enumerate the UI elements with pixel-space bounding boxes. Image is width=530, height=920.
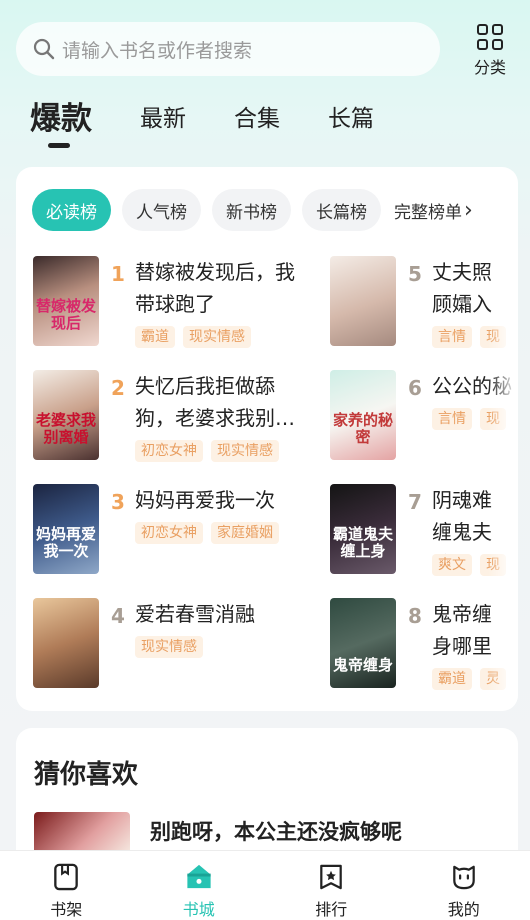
full-ranking-link[interactable]: 完整榜单 › xyxy=(394,198,473,223)
nav-bookstore[interactable]: 书城 xyxy=(133,851,266,920)
book-tags: 初恋女神 家庭婚姻 xyxy=(135,522,287,544)
nav-label: 我的 xyxy=(447,900,480,919)
book-cover: 替嫁被发现后 xyxy=(33,256,99,346)
book-cover: 老婆求我别离婚 xyxy=(33,370,99,460)
search-icon xyxy=(33,38,55,60)
nav-bookshelf[interactable]: 书架 xyxy=(0,851,133,920)
chevron-right-icon: › xyxy=(464,197,473,223)
ranking-icon xyxy=(320,864,343,890)
search-bar[interactable]: 请输入书名或作者搜索 xyxy=(16,22,440,76)
book-item[interactable]: 老婆求我别离婚 2 失忆后我拒做舔狗，老婆求我别… 初恋女神 现实情感 xyxy=(33,370,323,462)
cover-text: 妈妈再爱我一次 xyxy=(35,525,96,560)
chip-new[interactable]: 新书榜 xyxy=(212,189,291,231)
book-title: 失忆后我拒做舔狗，老婆求我别… xyxy=(135,374,295,430)
book-title[interactable]: 别跑呀，本公主还没疯够呢 xyxy=(150,816,402,846)
tag: 霸道 xyxy=(135,326,175,348)
tab-collection[interactable]: 合集 xyxy=(234,98,280,140)
tag: 言情 xyxy=(432,408,472,430)
scroll-fade xyxy=(488,247,518,711)
cover-text: 家养的秘密 xyxy=(332,411,393,446)
bookstore-home-icon xyxy=(187,864,211,889)
tag: 初恋女神 xyxy=(135,522,203,544)
book-item[interactable]: 妈妈再爱我一次 3 妈妈再爱我一次 初恋女神 家庭婚姻 xyxy=(33,484,323,576)
tag: 现实情感 xyxy=(183,326,251,348)
nav-label: 书架 xyxy=(50,900,83,919)
nav-mine[interactable]: 我的 xyxy=(398,851,530,920)
bookshelf-icon xyxy=(54,863,79,891)
top-tabs: 爆款 最新 合集 长篇 xyxy=(30,98,422,148)
rank-number: 4 xyxy=(111,604,125,628)
rank-number: 3 xyxy=(111,490,125,514)
book-tags: 现实情感 xyxy=(135,636,211,658)
section-heading: 猜你喜欢 xyxy=(34,760,139,790)
rank-number: 6 xyxy=(408,376,422,400)
rank-number: 2 xyxy=(111,376,125,400)
category-label: 分类 xyxy=(473,58,506,77)
book-tags: 霸道 现实情感 xyxy=(135,326,259,348)
rank-number: 5 xyxy=(408,262,422,286)
book-cover xyxy=(33,598,99,688)
book-item[interactable]: 替嫁被发现后 1 替嫁被发现后，我带球跑了 霸道 现实情感 xyxy=(33,256,323,348)
profile-face-icon xyxy=(452,865,475,890)
nav-label: 书城 xyxy=(182,900,215,919)
book-cover xyxy=(330,256,396,346)
tag: 霸道 xyxy=(432,668,472,690)
book-title: 妈妈再爱我一次 xyxy=(135,488,275,512)
tab-latest[interactable]: 最新 xyxy=(140,98,186,140)
tag: 现实情感 xyxy=(135,636,203,658)
book-cover: 鬼帝缠身 xyxy=(330,598,396,688)
cover-text: 鬼帝缠身 xyxy=(332,656,393,674)
book-cover: 霸道鬼夫缠上身 xyxy=(330,484,396,574)
book-item[interactable]: 4 爱若春雪消融 现实情感 xyxy=(33,598,323,690)
chip-long[interactable]: 长篇榜 xyxy=(302,189,381,231)
category-grid-icon xyxy=(477,24,503,50)
cover-text: 替嫁被发现后 xyxy=(35,297,96,332)
chip-popular[interactable]: 人气榜 xyxy=(122,189,201,231)
nav-ranking[interactable]: 排行 xyxy=(265,851,398,920)
book-cover[interactable] xyxy=(34,812,130,852)
category-button[interactable]: 分类 xyxy=(465,22,515,78)
cover-text: 老婆求我别离婚 xyxy=(35,411,96,446)
tag: 家庭婚姻 xyxy=(211,522,279,544)
search-placeholder: 请输入书名或作者搜索 xyxy=(62,39,253,62)
ranking-chips: 必读榜 人气榜 新书榜 长篇榜 完整榜单 › xyxy=(32,189,518,231)
book-tags: 初恋女神 现实情感 xyxy=(135,440,287,462)
ranking-card: 必读榜 人气榜 新书榜 长篇榜 完整榜单 › 替嫁被发现后 1 替嫁被发现后，我… xyxy=(16,167,518,711)
rank-number: 7 xyxy=(408,490,422,514)
bottom-nav: 书架 书城 排行 我的 xyxy=(0,850,530,920)
tag: 言情 xyxy=(432,326,472,348)
book-cover: 妈妈再爱我一次 xyxy=(33,484,99,574)
tab-long[interactable]: 长篇 xyxy=(328,98,374,140)
full-ranking-label: 完整榜单 xyxy=(394,202,462,223)
tab-hot[interactable]: 爆款 xyxy=(30,98,92,148)
book-cover: 家养的秘密 xyxy=(330,370,396,460)
nav-label: 排行 xyxy=(315,900,348,919)
rank-number: 1 xyxy=(111,262,125,286)
tag: 现实情感 xyxy=(211,440,279,462)
rank-number: 8 xyxy=(408,604,422,628)
tag: 初恋女神 xyxy=(135,440,203,462)
chip-must-read[interactable]: 必读榜 xyxy=(32,189,111,231)
cover-text: 霸道鬼夫缠上身 xyxy=(332,525,393,560)
book-title: 爱若春雪消融 xyxy=(135,602,255,626)
book-title: 替嫁被发现后，我带球跑了 xyxy=(135,260,295,316)
tag: 爽文 xyxy=(432,554,472,576)
